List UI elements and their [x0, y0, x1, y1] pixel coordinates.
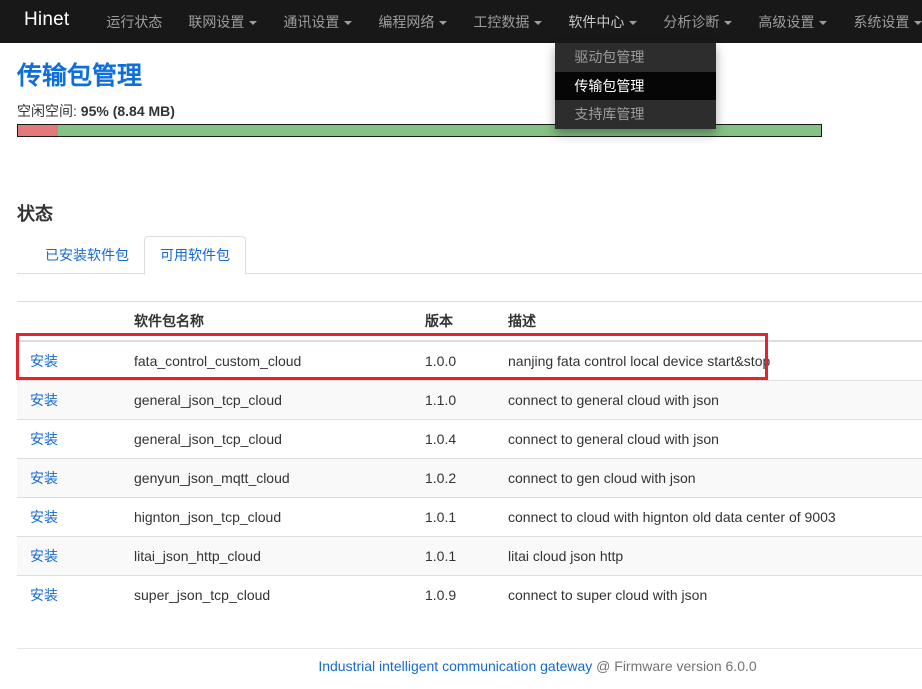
- package-description: litai cloud json http: [495, 537, 922, 576]
- install-link[interactable]: 安装: [30, 392, 58, 408]
- column-header: [17, 302, 121, 342]
- main-content: 传输包管理 空闲空间: 95% (8.84 MB) 状态 已安装软件包 可用软件…: [0, 62, 922, 675]
- caret-down-icon: [249, 21, 257, 25]
- caret-down-icon: [914, 21, 922, 25]
- nav-item-programming-network[interactable]: 编程网络: [365, 0, 460, 43]
- package-name: fata_control_custom_cloud: [121, 341, 412, 381]
- package-description: connect to cloud with hignton old data c…: [495, 498, 922, 537]
- footer-divider: [17, 648, 922, 649]
- install-link[interactable]: 安装: [30, 587, 58, 603]
- nav-item-advanced-settings[interactable]: 高级设置: [745, 0, 840, 43]
- table-row: 安装 super_json_tcp_cloud1.0.9connect to su…: [17, 576, 922, 615]
- package-description: connect to general cloud with json: [495, 381, 922, 420]
- package-tabs: 已安装软件包 可用软件包: [17, 236, 922, 274]
- nav-li: 工控数据: [460, 0, 555, 43]
- dropdown-item-driver-packages[interactable]: 驱动包管理: [555, 43, 716, 72]
- package-version: 1.0.1: [412, 498, 495, 537]
- package-name: general_json_tcp_cloud: [121, 420, 412, 459]
- table-row: 安装 general_json_tcp_cloud1.0.4connect to …: [17, 420, 922, 459]
- table-header-row: 软件包名称版本描述: [17, 302, 922, 342]
- caret-down-icon: [344, 21, 352, 25]
- package-version: 1.0.9: [412, 576, 495, 615]
- package-name: super_json_tcp_cloud: [121, 576, 412, 615]
- nav-li: 系统设置: [840, 0, 922, 43]
- column-header: 描述: [495, 302, 922, 342]
- nav-item-industrial-data[interactable]: 工控数据: [460, 0, 555, 43]
- caret-down-icon: [439, 21, 447, 25]
- status-heading: 状态: [17, 200, 922, 226]
- install-link[interactable]: 安装: [30, 509, 58, 525]
- used-space-segment: [18, 125, 58, 136]
- install-link[interactable]: 安装: [30, 548, 58, 564]
- nav-li: 高级设置: [745, 0, 840, 43]
- package-name: hignton_json_tcp_cloud: [121, 498, 412, 537]
- package-version: 1.0.4: [412, 420, 495, 459]
- free-space-value: 95% (8.84 MB): [81, 103, 175, 119]
- page-title: 传输包管理: [17, 62, 922, 90]
- column-header: 软件包名称: [121, 302, 412, 342]
- package-name: genyun_json_mqtt_cloud: [121, 459, 412, 498]
- nav-li: 运行状态: [93, 0, 175, 43]
- table-row: 安装 general_json_tcp_cloud1.1.0connect to …: [17, 381, 922, 420]
- dropdown-item-support-libs[interactable]: 支持库管理: [555, 100, 716, 129]
- caret-down-icon: [534, 21, 542, 25]
- nav-li: 软件中心驱动包管理传输包管理支持库管理: [555, 0, 650, 43]
- table-row: 安装 hignton_json_tcp_cloud1.0.1connect to …: [17, 498, 922, 537]
- package-name: general_json_tcp_cloud: [121, 381, 412, 420]
- table-row-highlighted: 安装 fata_control_custom_cloud1.0.0nanjing …: [17, 341, 922, 381]
- nav-li: 分析诊断: [650, 0, 745, 43]
- package-version: 1.0.0: [412, 341, 495, 381]
- caret-down-icon: [819, 21, 827, 25]
- table-row: 安装 genyun_json_mqtt_cloud1.0.2connect to …: [17, 459, 922, 498]
- software-center-dropdown: 驱动包管理传输包管理支持库管理: [555, 43, 716, 129]
- nav-li: 通讯设置: [270, 0, 365, 43]
- footer-gateway-link[interactable]: Industrial intelligent communication gat…: [318, 658, 592, 674]
- package-description: connect to super cloud with json: [495, 576, 922, 615]
- nav-li: 联网设置: [175, 0, 270, 43]
- footer-firmware-text: @ Firmware version 6.0.0: [596, 658, 756, 674]
- package-version: 1.0.2: [412, 459, 495, 498]
- package-description: nanjing fata control local device start&…: [495, 341, 922, 381]
- nav-item-network-settings[interactable]: 联网设置: [175, 0, 270, 43]
- nav-item-software-center[interactable]: 软件中心: [555, 0, 650, 43]
- tab-installed-packages[interactable]: 已安装软件包: [30, 237, 144, 274]
- nav-item-analysis-diagnosis[interactable]: 分析诊断: [650, 0, 745, 43]
- package-table: 软件包名称版本描述 安装fata_control_custom_cloud1.0…: [17, 301, 922, 614]
- package-description: connect to general cloud with json: [495, 420, 922, 459]
- package-version: 1.0.1: [412, 537, 495, 576]
- caret-down-icon: [724, 21, 732, 25]
- nav-li: 编程网络: [365, 0, 460, 43]
- nav-item-comm-settings[interactable]: 通讯设置: [270, 0, 365, 43]
- free-space-line: 空闲空间: 95% (8.84 MB): [17, 103, 922, 120]
- brand-logo[interactable]: Hinet: [0, 0, 79, 43]
- free-space-label: 空闲空间:: [17, 103, 77, 119]
- install-link[interactable]: 安装: [30, 431, 58, 447]
- install-link[interactable]: 安装: [30, 470, 58, 486]
- navbar: Hinet 运行状态联网设置通讯设置编程网络工控数据软件中心驱动包管理传输包管理…: [0, 0, 922, 43]
- install-link[interactable]: 安装: [30, 353, 58, 369]
- navbar-menu: 运行状态联网设置通讯设置编程网络工控数据软件中心驱动包管理传输包管理支持库管理分…: [93, 0, 922, 43]
- footer: Industrial intelligent communication gat…: [17, 658, 922, 675]
- package-table-wrap: 软件包名称版本描述 安装fata_control_custom_cloud1.0…: [17, 301, 922, 614]
- column-header: 版本: [412, 302, 495, 342]
- caret-down-icon: [629, 21, 637, 25]
- package-name: litai_json_http_cloud: [121, 537, 412, 576]
- package-description: connect to gen cloud with json: [495, 459, 922, 498]
- tab-available-packages[interactable]: 可用软件包: [144, 236, 246, 275]
- table-row: 安装 litai_json_http_cloud1.0.1litai cloud …: [17, 537, 922, 576]
- package-version: 1.1.0: [412, 381, 495, 420]
- dropdown-item-transport-packages[interactable]: 传输包管理: [555, 72, 716, 101]
- nav-item-running-status[interactable]: 运行状态: [93, 0, 175, 43]
- nav-item-system-settings[interactable]: 系统设置: [840, 0, 922, 43]
